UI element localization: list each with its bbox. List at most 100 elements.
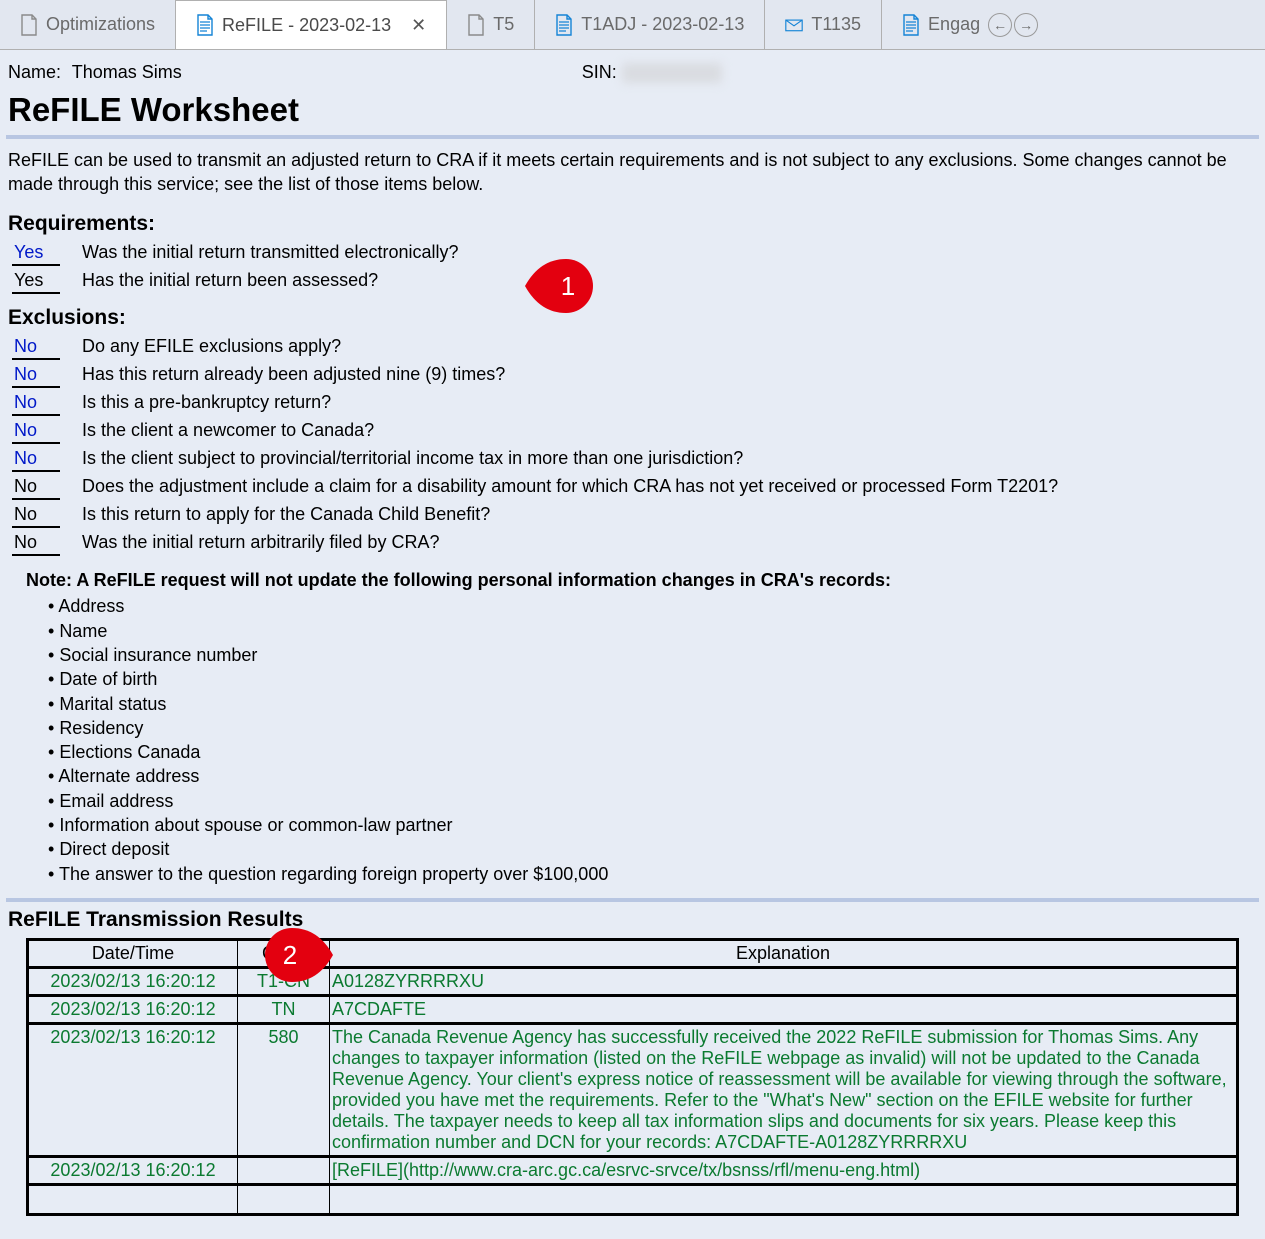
answer-field: No [12, 532, 60, 556]
answer-field[interactable]: No [12, 420, 60, 444]
cell-explanation: [ReFILE](http://www.cra-arc.gc.ca/esrvc-… [330, 1156, 1238, 1184]
answer-field[interactable]: Yes [12, 242, 60, 266]
close-icon[interactable]: ✕ [411, 15, 426, 36]
tab-t1adj[interactable]: T1ADJ - 2023-02-13 [535, 0, 765, 49]
question-row: No Is the client subject to provincial/te… [6, 446, 1259, 474]
exclusions-heading: Exclusions: [8, 306, 1259, 330]
answer-field: Yes [12, 270, 60, 294]
note-item: Direct deposit [48, 837, 1255, 861]
note-item: Social insurance number [48, 643, 1255, 667]
note-item: Marital status [48, 692, 1255, 716]
annotation-marker-2: 2 [258, 926, 336, 984]
cell-explanation: A0128ZYRRRRXU [330, 967, 1238, 995]
note-item: The answer to the question regarding for… [48, 862, 1255, 886]
question-text: Was the initial return transmitted elect… [82, 242, 459, 263]
document-icon [467, 14, 485, 36]
tab-nav: ← → [984, 0, 1046, 49]
cell-explanation: The Canada Revenue Agency has successful… [330, 1023, 1238, 1156]
document-lines-icon [196, 14, 214, 36]
envelope-icon [785, 14, 803, 36]
answer-field[interactable]: No [12, 448, 60, 472]
table-row: 2023/02/13 16:20:12580The Canada Revenue… [28, 1023, 1238, 1156]
question-row: No Is the client a newcomer to Canada? [6, 418, 1259, 446]
note-item: Elections Canada [48, 740, 1255, 764]
note-item: Information about spouse or common-law p… [48, 813, 1255, 837]
tab-refile[interactable]: ReFILE - 2023-02-13 ✕ [176, 0, 447, 49]
answer-field[interactable]: No [12, 392, 60, 416]
answer-field[interactable]: No [12, 364, 60, 388]
question-text: Has the initial return been assessed? [82, 270, 378, 291]
sin-label: SIN: [582, 62, 617, 82]
answer-field[interactable]: No [12, 336, 60, 360]
note-item: Date of birth [48, 667, 1255, 691]
note-item: Email address [48, 789, 1255, 813]
question-row: Yes Has the initial return been assessed? [6, 268, 1259, 296]
note-item: Address [48, 594, 1255, 618]
name-label: Name: [8, 62, 61, 82]
tab-t1135[interactable]: T1135 [765, 0, 882, 49]
cell-datetime: 2023/02/13 16:20:12 [28, 1156, 238, 1184]
sin-value-redacted [622, 63, 722, 83]
answer-field: No [12, 476, 60, 500]
cell-code: TN [238, 995, 330, 1023]
results-table: Date/Time Code Explanation 2023/02/13 16… [26, 938, 1239, 1216]
question-text: Is the client a newcomer to Canada? [82, 420, 374, 441]
question-row: No Do any EFILE exclusions apply? [6, 334, 1259, 362]
question-row: No Does the adjustment include a claim fo… [6, 474, 1259, 502]
question-text: Is this a pre-bankruptcy return? [82, 392, 331, 413]
question-text: Is the client subject to provincial/terr… [82, 448, 743, 469]
annotation-marker-1: 1 [522, 257, 600, 315]
document-lines-icon [902, 14, 920, 36]
col-datetime: Date/Time [28, 939, 238, 967]
tab-label: T1135 [811, 14, 861, 35]
results-heading: ReFILE Transmission Results [8, 908, 1259, 932]
divider [6, 135, 1259, 139]
table-row: 2023/02/13 16:20:12T1-CNA0128ZYRRRRXU [28, 967, 1238, 995]
tab-label: Optimizations [46, 14, 155, 35]
table-row: 2023/02/13 16:20:12TNA7CDAFTE [28, 995, 1238, 1023]
note-heading: Note: A ReFILE request will not update t… [26, 570, 891, 590]
question-row: Yes Was the initial return transmitted el… [6, 240, 1259, 268]
tab-label: Engag [928, 14, 980, 35]
note-item: Alternate address [48, 764, 1255, 788]
col-explanation: Explanation [330, 939, 1238, 967]
tab-label: T1ADJ - 2023-02-13 [581, 14, 744, 35]
document-icon [20, 14, 38, 36]
note-item: Residency [48, 716, 1255, 740]
tab-engag[interactable]: Engag [882, 0, 984, 49]
cell-code [238, 1156, 330, 1184]
tab-label: T5 [493, 14, 514, 35]
cell-datetime: 2023/02/13 16:20:12 [28, 967, 238, 995]
table-row: 2023/02/13 16:20:12 [ReFILE](http://www.c… [28, 1156, 1238, 1184]
tab-prev-button[interactable]: ← [988, 13, 1012, 37]
name-value: Thomas Sims [72, 62, 182, 82]
cell-explanation: A7CDAFTE [330, 995, 1238, 1023]
tab-next-button[interactable]: → [1014, 13, 1038, 37]
question-text: Is this return to apply for the Canada C… [82, 504, 490, 525]
tab-label: ReFILE - 2023-02-13 [222, 15, 391, 36]
question-row: No Has this return already been adjusted … [6, 362, 1259, 390]
tab-optimizations[interactable]: Optimizations [0, 0, 176, 49]
question-row: No Is this return to apply for the Canada… [6, 502, 1259, 530]
requirements-heading: Requirements: [8, 212, 1259, 236]
svg-text:1: 1 [561, 271, 575, 301]
question-text: Do any EFILE exclusions apply? [82, 336, 341, 357]
question-text: Has this return already been adjusted ni… [82, 364, 505, 385]
question-text: Does the adjustment include a claim for … [82, 476, 1058, 497]
table-row [28, 1184, 1238, 1214]
question-row: No Is this a pre-bankruptcy return? [6, 390, 1259, 418]
svg-text:2: 2 [283, 940, 297, 970]
cell-datetime: 2023/02/13 16:20:12 [28, 995, 238, 1023]
tab-t5[interactable]: T5 [447, 0, 535, 49]
divider [6, 898, 1259, 902]
tab-bar: Optimizations ReFILE - 2023-02-13 ✕ T5 T… [0, 0, 1265, 50]
note-list: AddressNameSocial insurance numberDate o… [26, 592, 1255, 886]
note-item: Name [48, 619, 1255, 643]
cell-datetime: 2023/02/13 16:20:12 [28, 1023, 238, 1156]
answer-field: No [12, 504, 60, 528]
intro-text: ReFILE can be used to transmit an adjust… [6, 145, 1259, 202]
cell-code: 580 [238, 1023, 330, 1156]
question-row: No Was the initial return arbitrarily fil… [6, 530, 1259, 558]
header-row: Name: Thomas Sims SIN: [6, 56, 1259, 85]
question-text: Was the initial return arbitrarily filed… [82, 532, 439, 553]
